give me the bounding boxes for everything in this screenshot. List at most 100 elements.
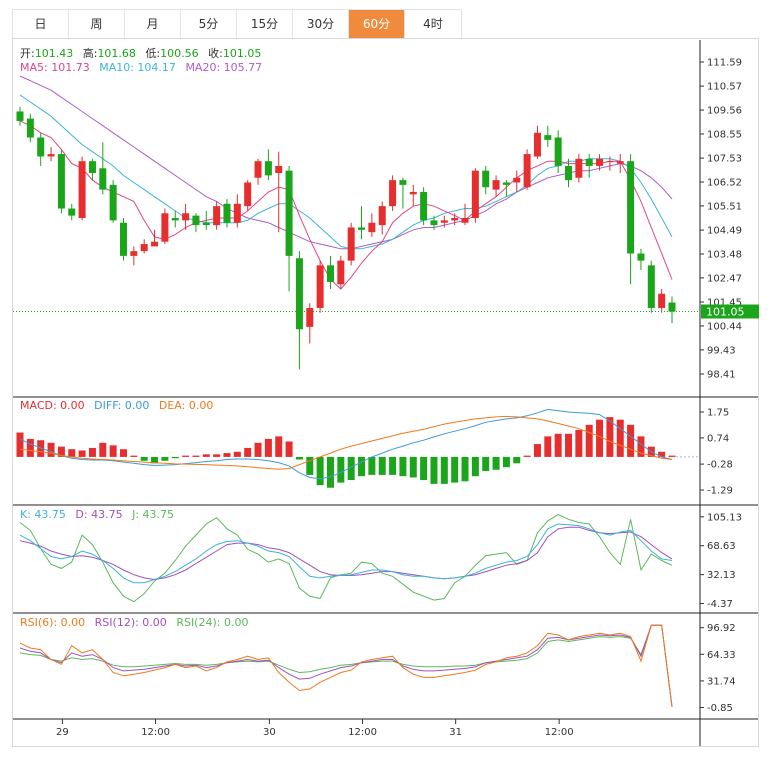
y-tick-label-3: 31.74	[707, 676, 736, 687]
candle-body	[482, 170, 490, 188]
y-tick-label-2: 68.63	[707, 541, 736, 552]
candle-body	[244, 182, 252, 207]
candle-body	[140, 244, 148, 252]
candle-body	[47, 154, 55, 157]
candle-body	[37, 137, 45, 157]
macd-bar	[326, 456, 334, 488]
last-price-label: 101.05	[706, 306, 745, 319]
candle-body	[585, 158, 593, 166]
candle-body	[554, 137, 562, 166]
y-tick-label-0: 100.44	[707, 321, 742, 332]
candle-body	[637, 253, 645, 261]
macd-bar	[482, 456, 490, 472]
y-tick-label-2: 32.13	[707, 570, 736, 581]
candle-body	[182, 213, 190, 221]
macd-bar	[523, 455, 531, 457]
macd-bar	[16, 432, 24, 457]
candle-body	[192, 215, 200, 226]
macd-bar	[440, 456, 448, 484]
x-tick-label: 12:00	[545, 727, 574, 738]
macd-bar	[430, 456, 438, 484]
macd-bar	[275, 436, 283, 457]
candle-body	[57, 154, 65, 209]
candle-body	[378, 206, 386, 226]
y-tick-label-0: 106.52	[707, 178, 742, 189]
y-tick-label-3: 64.33	[707, 650, 736, 661]
candle-body	[202, 222, 210, 226]
macd-bar	[99, 442, 107, 457]
ma5-line	[19, 120, 673, 290]
x-tick-label: 31	[449, 727, 462, 738]
candle-body	[596, 158, 604, 166]
candle-body	[368, 222, 376, 233]
macd-bar	[171, 456, 179, 459]
candle-body	[223, 203, 231, 223]
candle-body	[461, 218, 469, 223]
candle-body	[668, 302, 676, 312]
macd-bar	[26, 438, 34, 457]
macd-bar	[285, 441, 293, 457]
candle-body	[606, 161, 614, 163]
macd-bar	[533, 444, 541, 457]
candle-body	[647, 265, 655, 308]
candle-body	[523, 154, 531, 188]
macd-bar	[254, 442, 262, 457]
candle-body	[16, 111, 24, 121]
candle-body	[420, 191, 428, 221]
candle-body	[389, 180, 397, 207]
candle-body	[119, 222, 127, 256]
macd-bar	[378, 456, 386, 475]
candle-body	[275, 165, 283, 174]
y-tick-label-1: -1.29	[707, 486, 733, 497]
candle-body	[544, 135, 552, 140]
y-tick-label-0: 99.43	[707, 345, 736, 356]
macd-bar	[109, 445, 117, 457]
macd-bar	[78, 450, 86, 457]
macd-bar	[161, 456, 169, 461]
candle-body	[233, 203, 241, 223]
y-tick-label-1: -0.28	[707, 460, 733, 471]
macd-bar	[213, 454, 221, 457]
y-tick-label-3: -0.85	[707, 703, 733, 714]
y-tick-label-0: 105.51	[707, 201, 742, 212]
y-tick-label-2: -4.37	[707, 599, 733, 610]
y-tick-label-0: 103.48	[707, 249, 742, 260]
candle-body	[26, 118, 34, 138]
macd-bar	[616, 419, 624, 457]
macd-bar	[130, 455, 138, 457]
macd-bar	[47, 442, 55, 457]
x-tick-label: 29	[56, 727, 69, 738]
candle-body	[451, 218, 459, 221]
macd-bar	[492, 456, 500, 470]
candle-body	[533, 132, 541, 157]
macd-bar	[68, 449, 76, 457]
macd-bar	[575, 429, 583, 457]
macd-bar	[368, 456, 376, 475]
candle-body	[109, 184, 117, 221]
candle-body	[295, 258, 303, 330]
macd-bar	[554, 433, 562, 457]
macd-bar	[337, 456, 345, 483]
ma20-line	[19, 75, 673, 250]
macd-bar	[233, 451, 241, 457]
candle-body	[502, 182, 510, 185]
candle-body	[213, 206, 221, 226]
chart-canvas: 111.59 110.57 109.56 108.55 107.53 106.52 105.…	[13, 40, 759, 746]
y-tick-label-0: 98.41	[707, 370, 736, 381]
candle-body	[306, 307, 314, 327]
candle-body	[616, 161, 624, 164]
y-tick-label-0: 104.49	[707, 226, 742, 237]
candle-body	[409, 191, 417, 195]
x-tick-label: 12:00	[348, 727, 377, 738]
macd-bar	[544, 436, 552, 457]
candle-body	[658, 293, 666, 308]
macd-bar	[585, 424, 593, 457]
macd-bar	[202, 454, 210, 457]
y-tick-label-0: 111.59	[707, 58, 742, 69]
x-tick-label: 12:00	[141, 727, 170, 738]
macd-bar	[119, 449, 127, 457]
candle-body	[627, 161, 635, 254]
macd-bar	[471, 456, 479, 477]
macd-bar	[461, 456, 469, 482]
candle-body	[513, 177, 521, 183]
